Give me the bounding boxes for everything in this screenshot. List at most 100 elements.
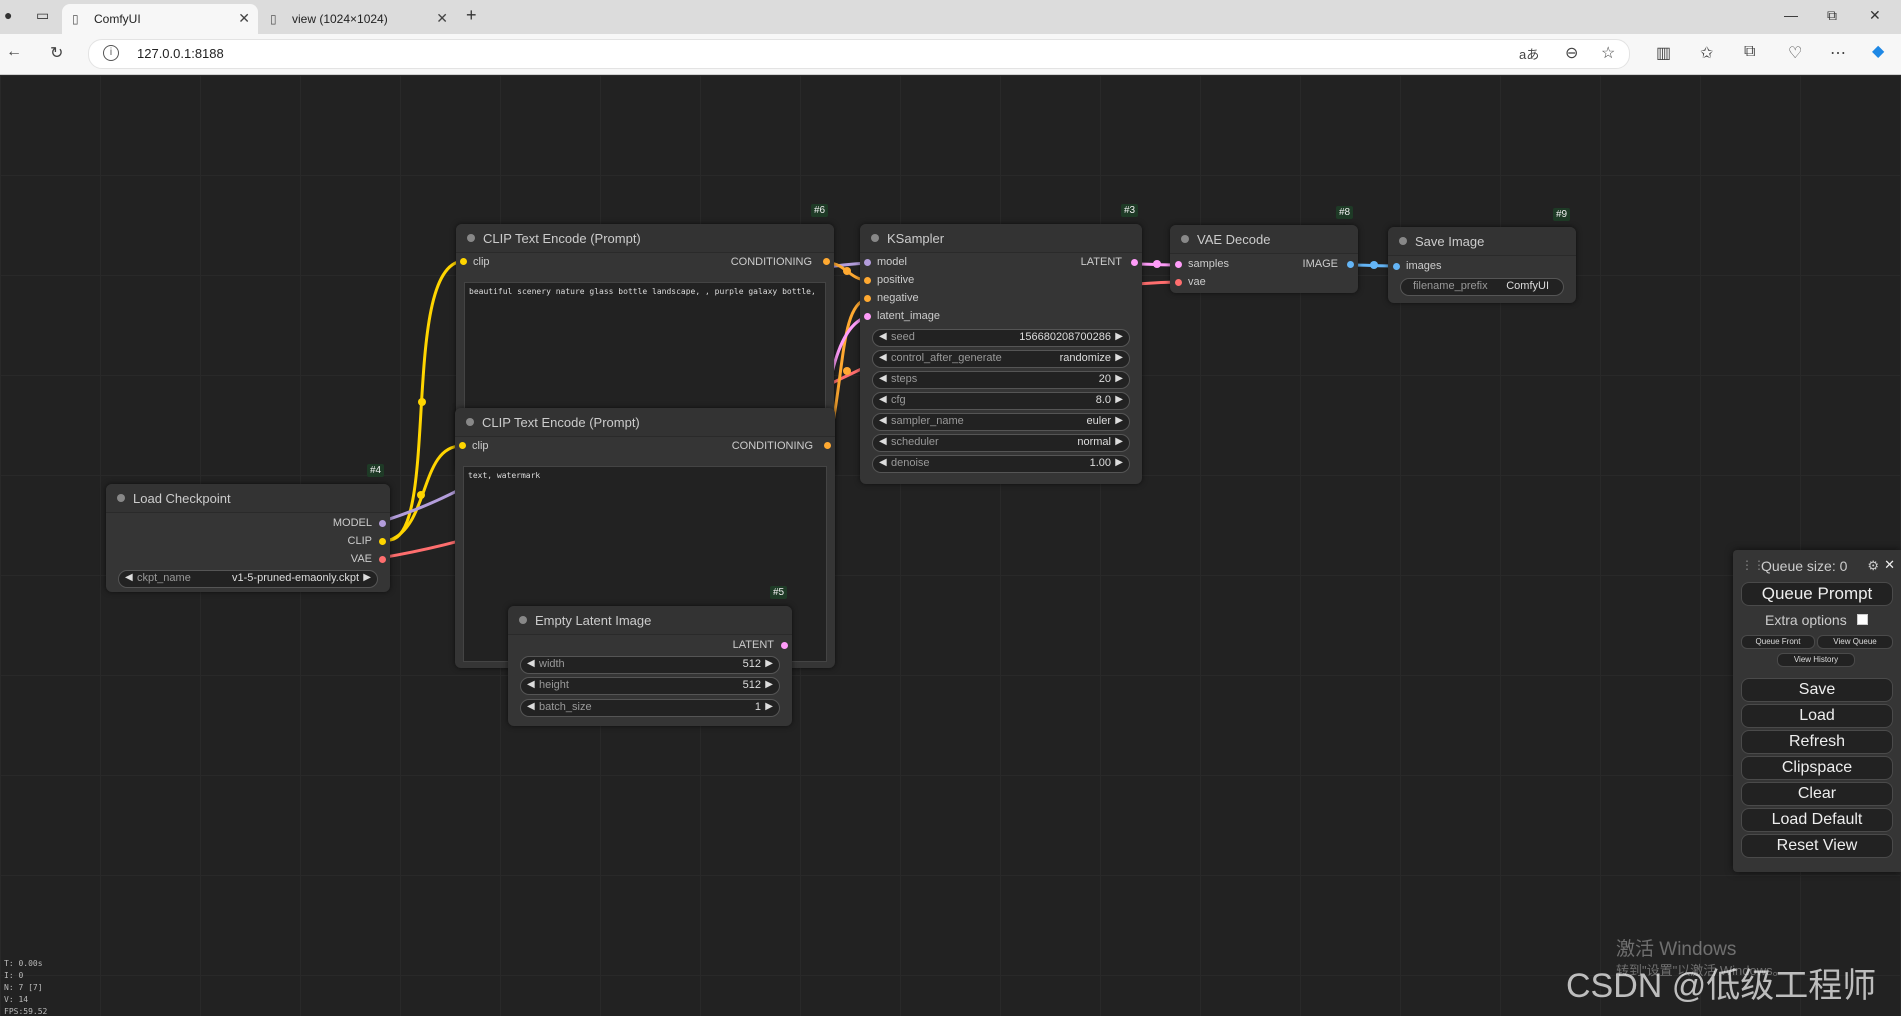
input-slot-clip[interactable] [459, 442, 466, 449]
output-slot-conditioning[interactable] [823, 258, 830, 265]
tab-comfyui[interactable]: ▯ ComfyUI ✕ [62, 4, 258, 34]
widget-denoise[interactable]: ◀ denoise 1.00 ▶ [872, 455, 1130, 473]
node-title-bar[interactable]: VAE Decode [1170, 225, 1358, 254]
widget-steps[interactable]: ◀ steps 20 ▶ [872, 371, 1130, 389]
collapse-dot[interactable] [467, 234, 475, 242]
input-slot-model[interactable] [864, 259, 871, 266]
widget-value: 512 [742, 658, 761, 670]
copilot-icon[interactable]: ◆ [1872, 41, 1884, 61]
node-id-badge: #6 [811, 204, 829, 217]
output-slot-clip[interactable] [379, 538, 386, 545]
output-slot-model[interactable] [379, 520, 386, 527]
info-icon[interactable]: i [103, 45, 119, 61]
csdn-watermark: CSDN @低级工程师 [1566, 967, 1877, 1005]
widget-value: 156680208700286 [1019, 331, 1111, 343]
close-window-button[interactable]: ✕ [1869, 7, 1881, 24]
widget-seed[interactable]: ◀ seed 156680208700286 ▶ [872, 329, 1130, 347]
output-slot-latent[interactable] [1131, 259, 1138, 266]
view-queue-button[interactable]: View Queue [1817, 635, 1893, 649]
node-title-bar[interactable]: Load Checkpoint [106, 484, 390, 513]
widget-sampler-name[interactable]: ◀ sampler_name euler ▶ [872, 413, 1130, 431]
widget-batch-size[interactable]: ◀ batch_size 1 ▶ [520, 699, 780, 717]
split-screen-icon[interactable]: ▥ [1656, 43, 1671, 63]
refresh-icon[interactable]: ↻ [50, 43, 63, 63]
node-title: Empty Latent Image [535, 613, 652, 628]
more-icon[interactable]: ⋯ [1830, 43, 1846, 63]
queue-prompt-button[interactable]: Queue Prompt [1741, 582, 1893, 606]
browser-essentials-icon[interactable]: ♡ [1788, 43, 1802, 63]
graph-canvas[interactable]: #6 CLIP Text Encode (Prompt) clip CONDIT… [0, 75, 1901, 1016]
profile-icon[interactable]: ● [4, 7, 12, 23]
read-aloud-icon[interactable]: aあ [1519, 44, 1539, 63]
widget-filename-prefix[interactable]: filename_prefix ComfyUI [1400, 278, 1564, 296]
input-slot-negative[interactable] [864, 295, 871, 302]
save-image-node[interactable]: Save Image images filename_prefix ComfyUI [1388, 227, 1576, 303]
widget-scheduler[interactable]: ◀ scheduler normal ▶ [872, 434, 1130, 452]
input-slot-samples[interactable] [1175, 261, 1182, 268]
favorite-star-icon[interactable]: ☆ [1601, 43, 1615, 63]
queue-front-button[interactable]: Queue Front [1741, 635, 1815, 649]
clear-button[interactable]: Clear [1741, 782, 1893, 806]
node-title-bar[interactable]: Save Image [1388, 227, 1576, 256]
tab-view[interactable]: ▯ view (1024×1024) ✕ [260, 4, 456, 34]
node-title: Load Checkpoint [133, 491, 231, 506]
load-default-button[interactable]: Load Default [1741, 808, 1893, 832]
settings-gear-icon[interactable]: ⚙ [1867, 558, 1879, 574]
input-slot-images[interactable] [1393, 263, 1400, 270]
collapse-dot[interactable] [871, 234, 879, 242]
close-tab-icon[interactable]: ✕ [238, 10, 250, 27]
input-label: latent_image [877, 310, 940, 322]
url-text: 127.0.0.1:8188 [137, 46, 224, 61]
new-tab-icon[interactable]: + [466, 5, 477, 26]
output-slot-latent[interactable] [781, 642, 788, 649]
load-checkpoint-node[interactable]: Load Checkpoint MODEL CLIP VAE ◀ ckpt_nam… [106, 484, 390, 592]
view-history-button[interactable]: View History [1777, 653, 1855, 667]
reset-view-button[interactable]: Reset View [1741, 834, 1893, 858]
output-slot-vae[interactable] [379, 556, 386, 563]
widget-width[interactable]: ◀ width 512 ▶ [520, 656, 780, 674]
collections-icon[interactable]: ⧉ [1744, 43, 1755, 61]
input-slot-clip[interactable] [460, 258, 467, 265]
collapse-dot[interactable] [117, 494, 125, 502]
node-id-badge: #3 [1121, 204, 1139, 217]
node-title-bar[interactable]: KSampler [860, 224, 1142, 253]
widget-value: 512 [742, 679, 761, 691]
ksampler-node[interactable]: KSampler model positive negative latent_… [860, 224, 1142, 484]
collapse-dot[interactable] [519, 616, 527, 624]
url-field[interactable]: i 127.0.0.1:8188 aあ ⊖ ☆ [88, 39, 1630, 69]
back-icon[interactable]: ← [6, 43, 22, 61]
empty-latent-image-node[interactable]: Empty Latent Image LATENT ◀ width 512 ▶ ◀ he… [508, 606, 792, 726]
node-id-badge: #5 [770, 586, 788, 599]
input-slot-vae[interactable] [1175, 279, 1182, 286]
collapse-dot[interactable] [1399, 237, 1407, 245]
close-menu-icon[interactable]: ✕ [1884, 557, 1895, 573]
node-title: KSampler [887, 231, 945, 246]
restore-button[interactable]: ⧉ [1827, 7, 1837, 24]
collapse-dot[interactable] [1181, 235, 1189, 243]
widget-ckpt-name[interactable]: ◀ ckpt_name v1-5-pruned-emaonly.ckpt ▶ [118, 570, 378, 588]
output-slot-conditioning[interactable] [824, 442, 831, 449]
close-tab-icon[interactable]: ✕ [436, 10, 448, 27]
tab-actions-icon[interactable]: ▭ [36, 7, 49, 24]
comfy-menu: ⋮⋮ Queue size: 0 ⚙ ✕ Queue Prompt Extra … [1733, 550, 1901, 872]
load-button[interactable]: Load [1741, 704, 1893, 728]
input-label: model [877, 256, 907, 268]
widget-control-after-generate[interactable]: ◀ control_after_generate randomize ▶ [872, 350, 1130, 368]
minimize-button[interactable]: — [1784, 7, 1798, 23]
clipspace-button[interactable]: Clipspace [1741, 756, 1893, 780]
node-title-bar[interactable]: Empty Latent Image [508, 606, 792, 635]
collapse-dot[interactable] [466, 418, 474, 426]
output-slot-image[interactable] [1347, 261, 1354, 268]
refresh-button[interactable]: Refresh [1741, 730, 1893, 754]
vae-decode-node[interactable]: VAE Decode samples vae IMAGE [1170, 225, 1358, 293]
save-button[interactable]: Save [1741, 678, 1893, 702]
zoom-out-icon[interactable]: ⊖ [1565, 43, 1578, 63]
widget-height[interactable]: ◀ height 512 ▶ [520, 677, 780, 695]
input-slot-positive[interactable] [864, 277, 871, 284]
node-title-bar[interactable]: CLIP Text Encode (Prompt) [455, 408, 835, 437]
input-slot-latent-image[interactable] [864, 313, 871, 320]
widget-cfg[interactable]: ◀ cfg 8.0 ▶ [872, 392, 1130, 410]
node-title-bar[interactable]: CLIP Text Encode (Prompt) [456, 224, 834, 253]
favorites-icon[interactable]: ✩ [1700, 43, 1713, 63]
extra-options-checkbox[interactable] [1857, 614, 1868, 625]
